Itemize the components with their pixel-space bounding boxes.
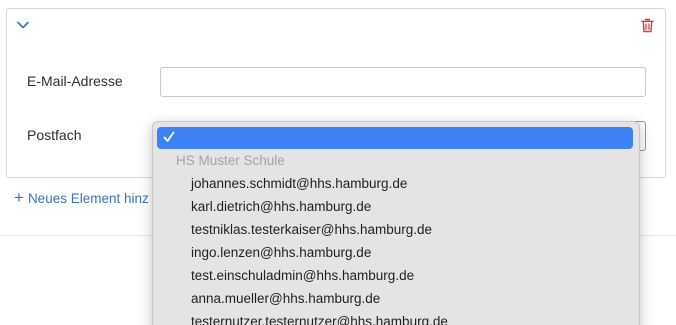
add-element-button[interactable]: + Neues Element hinz — [14, 188, 149, 207]
dropdown-option[interactable]: testniklas.testerkaiser@hhs.hamburg.de — [191, 222, 432, 237]
dropdown-group-label: HS Muster Schule — [176, 153, 285, 168]
dropdown-option[interactable]: ingo.lenzen@hhs.hamburg.de — [191, 245, 371, 260]
dropdown-option[interactable]: karl.dietrich@hhs.hamburg.de — [191, 199, 371, 214]
dropdown-option[interactable]: test.einschuladmin@hhs.hamburg.de — [191, 268, 414, 283]
dropdown-option[interactable]: johannes.schmidt@hhs.hamburg.de — [191, 176, 407, 191]
page: E-Mail-Adresse Postfach + Neues Element … — [0, 0, 676, 325]
postfach-dropdown-list: HS Muster Schule johannes.schmidt@hhs.ha… — [152, 121, 640, 325]
email-input[interactable] — [160, 67, 646, 97]
plus-icon: + — [14, 188, 24, 207]
delete-button[interactable] — [639, 16, 655, 34]
chevron-down-icon — [17, 21, 29, 29]
add-element-label: Neues Element hinz — [27, 190, 149, 206]
email-label: E-Mail-Adresse — [27, 73, 123, 89]
postfach-label: Postfach — [27, 127, 82, 143]
dropdown-option-empty-selected[interactable] — [157, 127, 633, 149]
trash-icon — [640, 18, 654, 32]
collapse-toggle[interactable] — [15, 17, 31, 33]
checkmark-icon — [163, 131, 175, 142]
dropdown-option[interactable]: testernutzer.testernutzer@hhs.hamburg.de — [191, 314, 448, 325]
dropdown-option[interactable]: anna.mueller@hhs.hamburg.de — [191, 291, 380, 306]
